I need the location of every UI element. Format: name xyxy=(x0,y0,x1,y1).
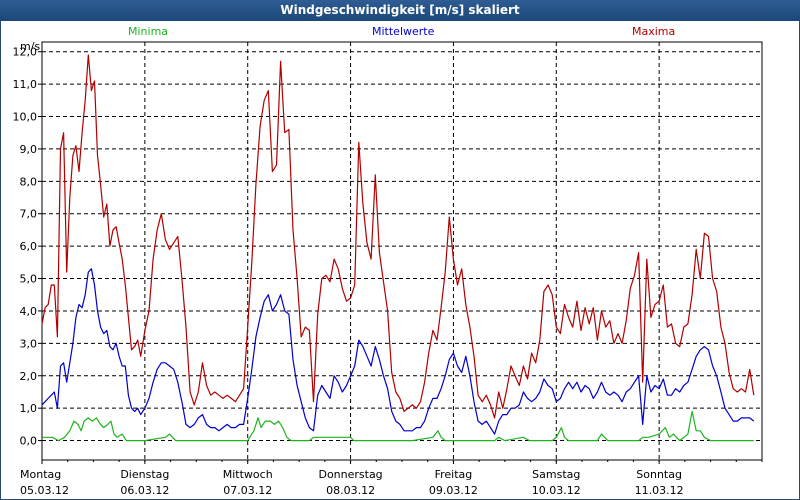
y-tick-label: 9,0 xyxy=(20,143,38,156)
legend-mittelwerte: Mittelwerte xyxy=(372,25,435,38)
x-tick-label-day: Freitag xyxy=(435,468,473,481)
y-tick-label: 4,0 xyxy=(20,305,38,318)
x-tick-label-day: Dienstag xyxy=(120,468,169,481)
x-tick-label-date: 06.03.12 xyxy=(120,484,169,497)
y-tick-label: 7,0 xyxy=(20,208,38,221)
series-line-maxima xyxy=(41,54,755,419)
series-line-minima xyxy=(42,410,754,442)
x-tick-label-date: 10.03.12 xyxy=(532,484,581,497)
x-tick-label-day: Samstag xyxy=(532,468,580,481)
x-tick-label-date: 11.03.12 xyxy=(635,484,684,497)
y-tick-label: 8,0 xyxy=(20,175,38,188)
y-tick-label: 11,0 xyxy=(13,78,38,91)
y-tick-label: 6,0 xyxy=(20,240,38,253)
legend-maxima: Maxima xyxy=(632,25,675,38)
x-tick-label-day: Donnerstag xyxy=(318,468,382,481)
legend-minima: Minima xyxy=(128,25,168,38)
x-tick-label-date: 08.03.12 xyxy=(326,484,375,497)
y-tick-label: 5,0 xyxy=(20,273,38,286)
y-tick-label: 10,0 xyxy=(13,111,38,124)
x-tick-label-date: 05.03.12 xyxy=(20,484,69,497)
y-tick-label: 0,0 xyxy=(20,435,38,448)
x-tick-label-day: Montag xyxy=(20,468,61,481)
x-tick-label-date: 07.03.12 xyxy=(223,484,272,497)
x-tick-label-day: Mittwoch xyxy=(223,468,273,481)
x-tick-label-day: Sonntag xyxy=(636,468,682,481)
y-tick-label: 1,0 xyxy=(20,402,38,415)
y-tick-label: 2,0 xyxy=(20,370,38,383)
x-tick-label-date: 09.03.12 xyxy=(429,484,478,497)
series-line-mittelwerte xyxy=(41,268,755,435)
y-tick-label: 3,0 xyxy=(20,337,38,350)
chart-plot: m/s Minima Mittelwerte Maxima 0,01,02,03… xyxy=(13,25,763,497)
y-tick-label: 12,0 xyxy=(13,46,38,59)
plot-border xyxy=(41,41,763,461)
